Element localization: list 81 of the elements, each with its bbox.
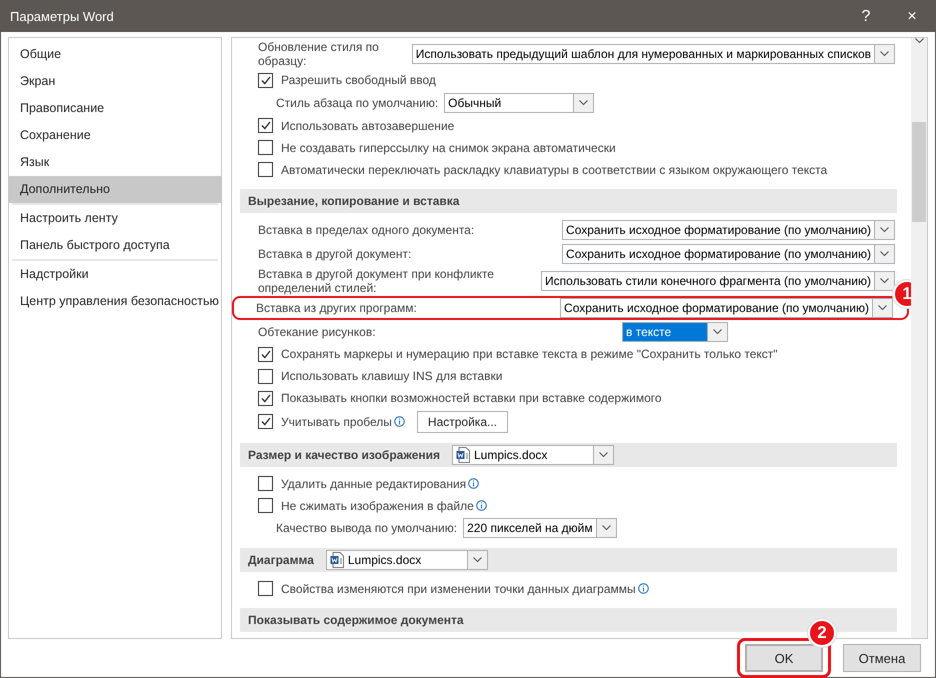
- checkbox[interactable]: [258, 72, 273, 88]
- chevron-down-icon: [713, 328, 722, 335]
- checkbox-label: Сохранять маркеры и нумерацию при вставке текста в режиме "Сохранить только текст": [281, 347, 778, 362]
- field-label: Стиль абзаца по умолчанию:: [276, 96, 438, 110]
- dropdown[interactable]: Lumpics.docx: [326, 550, 488, 570]
- sidebar-item[interactable]: Правописание: [9, 95, 221, 122]
- window-title: Параметры Word: [9, 9, 115, 24]
- checkbox-label: Учитывать пробелы: [281, 414, 392, 429]
- dropdown[interactable]: Сохранить исходное форматирование (по умолчанию): [560, 298, 893, 318]
- checkmark-icon: [260, 121, 270, 130]
- checkmark-icon: [260, 76, 270, 85]
- field-label: Обновление стиля по образцу:: [258, 40, 380, 68]
- dialog-button[interactable]: OK: [745, 644, 823, 672]
- document-icon: [330, 552, 344, 568]
- section-title: Показывать содержимое документа: [248, 612, 464, 627]
- field-label: Обтекание рисунков:: [258, 324, 377, 339]
- section-title: Диаграмма: [248, 552, 314, 567]
- field-label: Вставка в другой документ при конфликте определений стилей:: [258, 266, 495, 295]
- sidebar-item[interactable]: Панель быстрого доступа: [9, 232, 221, 259]
- chevron-down-icon: [599, 452, 608, 458]
- checkbox[interactable]: [258, 476, 273, 492]
- checkbox-label: Свойства изменяются при изменении точки данных диаграммы: [281, 582, 636, 596]
- checkbox[interactable]: [258, 162, 273, 178]
- field-label: Качество вывода по умолчанию:: [276, 521, 458, 536]
- help-button[interactable]: ?: [843, 1, 889, 32]
- document-icon: [456, 446, 470, 463]
- section-title: Вырезание, копирование и вставка: [248, 194, 460, 208]
- close-button[interactable]: ×: [889, 1, 935, 32]
- checkbox-label: Удалить данные редактирования: [281, 476, 466, 491]
- dropdown[interactable]: Lumpics.docx: [452, 444, 614, 465]
- checkbox[interactable]: [258, 581, 273, 596]
- checkbox[interactable]: [258, 118, 273, 134]
- checkbox-label: Показывать кнопки возможностей вставки при вставке содержимого: [281, 391, 662, 406]
- checkmark-icon: [260, 394, 270, 403]
- scrollbar[interactable]: [911, 38, 927, 638]
- checkbox[interactable]: [258, 498, 273, 514]
- chevron-down-icon: [880, 278, 889, 284]
- checkbox-label: Использовать клавишу INS для вставки: [281, 369, 502, 384]
- sidebar-item[interactable]: Дополнительно: [9, 176, 221, 203]
- checkbox-label: Не сжимать изображения в файле: [281, 498, 474, 513]
- dropdown[interactable]: Использовать стили конечного фрагмента (по умолчанию): [541, 270, 895, 291]
- chevron-down-icon: [880, 50, 889, 57]
- field-label: Вставка в пределах одного документа:: [258, 223, 474, 238]
- dropdown[interactable]: Обычный: [444, 92, 594, 113]
- chevron-down-icon: [880, 227, 889, 234]
- settings-button[interactable]: Настройка...: [416, 410, 508, 433]
- sidebar-item[interactable]: Сохранение: [9, 122, 221, 149]
- checkbox[interactable]: [258, 368, 273, 384]
- step-number-badge: 1: [893, 280, 911, 308]
- field-label: Вставка в другой документ:: [258, 246, 412, 261]
- chevron-down-icon: [472, 556, 482, 563]
- dropdown[interactable]: в тексте: [622, 322, 728, 342]
- dialog-button[interactable]: Отмена: [843, 644, 921, 672]
- checkbox[interactable]: [258, 346, 273, 362]
- chevron-down-icon: [880, 250, 889, 257]
- sidebar-item[interactable]: Надстройки: [9, 261, 221, 288]
- chevron-down-icon: [579, 100, 588, 106]
- scroll-thumb[interactable]: [912, 122, 926, 222]
- dropdown[interactable]: Сохранить исходное форматирование (по умолчанию): [562, 220, 895, 240]
- sidebar-item[interactable]: Общие: [9, 41, 221, 68]
- sidebar-item[interactable]: Экран: [9, 68, 221, 95]
- field-label: Вставка из других программ:: [256, 301, 417, 316]
- chevron-down-icon: [602, 525, 611, 532]
- checkbox-label: Автоматически переключать раскладку клавиатуры в соответствии с языком окружающего текста: [281, 162, 828, 177]
- checkbox-label: Использовать автозавершение: [281, 118, 454, 133]
- section-title: Размер и качество изображения: [248, 448, 440, 462]
- checkbox-label: Разрешить свободный ввод: [281, 73, 436, 88]
- sidebar-item[interactable]: Центр управления безопасностью: [9, 288, 221, 315]
- checkmark-icon: [260, 350, 270, 359]
- sidebar-item[interactable]: Язык: [9, 149, 221, 176]
- dropdown[interactable]: 220 пикселей на дюйм: [463, 518, 617, 538]
- dropdown[interactable]: Сохранить исходное форматирование (по умолчанию): [562, 244, 895, 264]
- checkbox[interactable]: [258, 140, 273, 156]
- step-number-badge: 2: [808, 619, 836, 647]
- checkmark-icon: [260, 417, 270, 426]
- chevron-down-icon: [878, 305, 887, 312]
- checkbox-label: Не создавать гиперссылку на снимок экрана автоматически: [281, 140, 616, 155]
- sidebar-item[interactable]: Настроить ленту: [9, 205, 221, 232]
- dropdown[interactable]: Использовать предыдущий шаблон для нумерованных и маркированных списков: [412, 44, 895, 64]
- checkbox[interactable]: [258, 390, 273, 406]
- checkbox[interactable]: [258, 414, 273, 430]
